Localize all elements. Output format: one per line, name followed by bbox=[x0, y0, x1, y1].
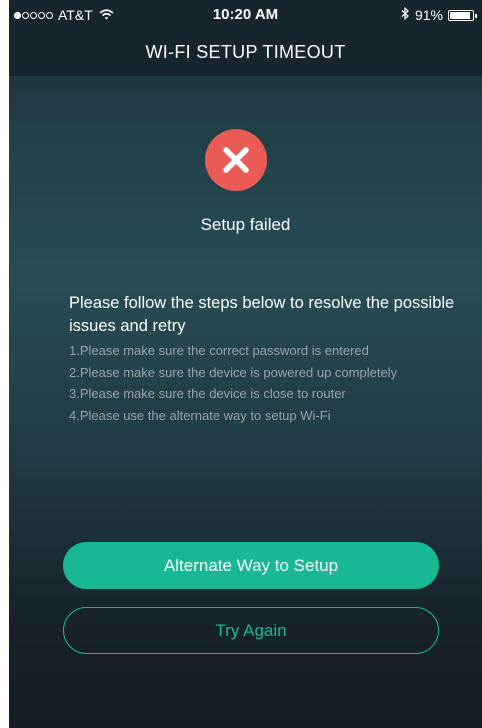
status-bar: AT&T 10:20 AM 91% bbox=[9, 0, 482, 30]
battery-tip bbox=[475, 13, 477, 18]
instruction-step: 4.Please use the alternate way to setup … bbox=[69, 407, 331, 423]
instructions-block: Please follow the steps below to resolve… bbox=[69, 292, 469, 426]
status-right: 91% bbox=[401, 6, 477, 23]
bluetooth-icon bbox=[401, 6, 409, 23]
app-screen: AT&T 10:20 AM 91% WI-FI SETUP TIMEOUT Se… bbox=[9, 0, 482, 728]
instruction-step: 3.Please make sure the device is close t… bbox=[69, 386, 346, 401]
battery-icon bbox=[448, 9, 477, 21]
battery-percent: 91% bbox=[414, 7, 443, 23]
try-again-button[interactable]: Try Again bbox=[63, 607, 439, 654]
instruction-step: 2.Please make sure the device is powered… bbox=[69, 364, 398, 380]
error-x-icon bbox=[205, 129, 267, 191]
instructions-heading: Please follow the steps below to resolve… bbox=[69, 294, 455, 335]
battery-level bbox=[450, 11, 470, 19]
alternate-setup-button[interactable]: Alternate Way to Setup bbox=[63, 542, 439, 589]
page-title: WI-FI SETUP TIMEOUT bbox=[145, 42, 346, 62]
result-title: Setup failed bbox=[200, 215, 291, 234]
navigation-bar: WI-FI SETUP TIMEOUT bbox=[9, 30, 482, 76]
instruction-step: 1.Please make sure the correct password … bbox=[69, 343, 369, 358]
